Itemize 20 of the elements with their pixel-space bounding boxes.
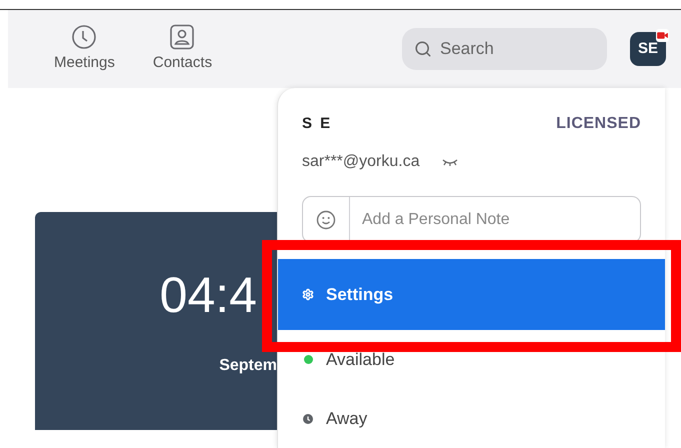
date-text: Septem [219,356,277,376]
license-label: LICENSED [556,114,641,134]
menu-item[interactable]: Away [278,389,665,448]
search-icon [414,40,432,58]
menu-item[interactable]: Settings [278,259,665,330]
search-input[interactable]: Search [440,36,590,62]
note-field[interactable]: Add a Personal Note [302,196,641,243]
nav-tab[interactable]: Contacts [152,24,212,74]
search-field[interactable]: Search [402,28,607,70]
clock-icon [71,24,98,50]
user-email: sar***@yorku.ca [302,152,420,172]
clock-time: 04:4 [160,270,257,320]
smiley-icon [316,210,336,230]
user-avatar[interactable]: SE [630,32,666,66]
contact-icon [169,24,196,50]
eye-closed-icon [442,158,458,166]
user-name: S E [302,114,332,134]
settings-icon [302,286,314,303]
note-input[interactable]: Add a Personal Note [350,208,640,232]
nav-tab[interactable]: Meetings [54,24,115,74]
